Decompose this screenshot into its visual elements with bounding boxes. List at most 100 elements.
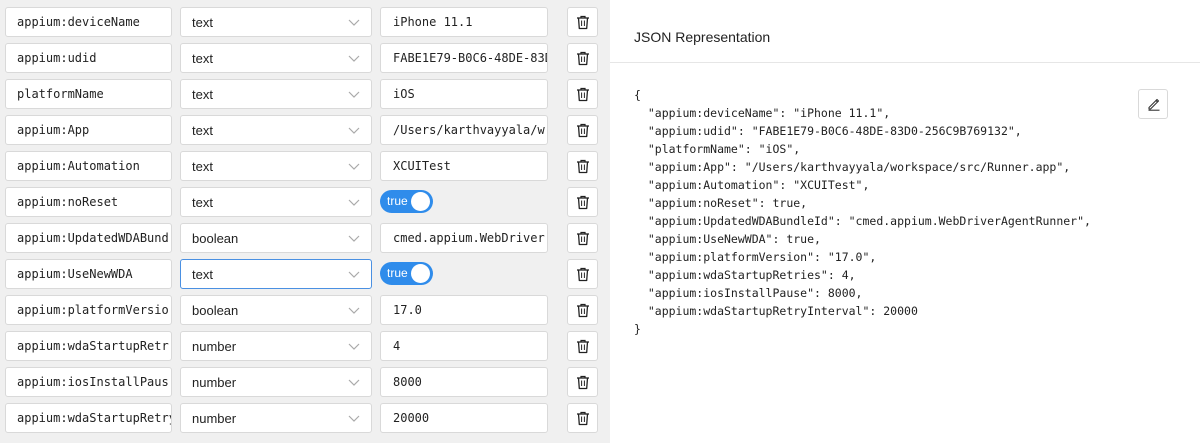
value-toggle[interactable]: true	[380, 262, 433, 285]
type-select-value: text	[192, 51, 213, 66]
capability-name-input[interactable]: appium:deviceName	[5, 7, 172, 37]
type-select-value: text	[192, 87, 213, 102]
capability-name-text: appium:noReset	[17, 195, 119, 209]
delete-row-button[interactable]	[567, 259, 598, 289]
json-line: "appium:wdaStartupRetryInterval": 20000	[634, 304, 918, 318]
type-select[interactable]: text	[180, 259, 372, 289]
value-text: cmed.appium.WebDriver	[393, 231, 545, 245]
delete-row-button[interactable]	[567, 295, 598, 325]
value-text: 20000	[393, 411, 430, 425]
trash-icon	[577, 195, 589, 210]
value-text: FABE1E79-B0C6-48DE-83D	[393, 51, 548, 65]
capability-name-text: appium:wdaStartupRetr	[17, 339, 169, 353]
capability-row: appium:UpdatedWDABund boolean cmed.appium.…	[0, 220, 600, 256]
toggle-knob	[411, 192, 430, 211]
type-select[interactable]: text	[180, 115, 372, 145]
delete-row-button[interactable]	[567, 151, 598, 181]
trash-icon	[577, 267, 589, 282]
value-toggle[interactable]: true	[380, 190, 433, 213]
json-panel-header: JSON Representation	[610, 0, 1200, 63]
capability-row: appium:iosInstallPaus number 8000	[0, 364, 600, 400]
capability-name-input[interactable]: appium:iosInstallPaus	[5, 367, 172, 397]
type-select[interactable]: text	[180, 7, 372, 37]
trash-icon	[577, 375, 589, 390]
toggle-label: true	[387, 266, 408, 280]
json-line: "appium:noReset": true,	[634, 196, 808, 210]
delete-row-button[interactable]	[567, 367, 598, 397]
delete-row-button[interactable]	[567, 403, 598, 433]
delete-row-button[interactable]	[567, 223, 598, 253]
type-select[interactable]: text	[180, 43, 372, 73]
type-select[interactable]: number	[180, 367, 372, 397]
capability-row: appium:Automation text XCUITest	[0, 148, 600, 184]
value-text: 4	[393, 339, 401, 353]
value-input[interactable]: /Users/karthvayyala/w	[380, 115, 548, 145]
capability-name-input[interactable]: appium:wdaStartupRetry	[5, 403, 172, 433]
trash-icon	[577, 159, 589, 174]
edit-json-button[interactable]	[1138, 89, 1168, 119]
type-select-value: text	[192, 123, 213, 138]
value-input[interactable]: cmed.appium.WebDriver	[380, 223, 548, 253]
json-line: }	[634, 322, 641, 336]
value-input[interactable]: 17.0	[380, 295, 548, 325]
type-select[interactable]: boolean	[180, 295, 372, 325]
value-text: 17.0	[393, 303, 422, 317]
delete-row-button[interactable]	[567, 43, 598, 73]
value-input[interactable]: 4	[380, 331, 548, 361]
capability-name-input[interactable]: appium:wdaStartupRetr	[5, 331, 172, 361]
value-input[interactable]: FABE1E79-B0C6-48DE-83D	[380, 43, 548, 73]
chevron-down-icon	[348, 91, 360, 98]
delete-row-button[interactable]	[567, 187, 598, 217]
capability-name-text: appium:App	[17, 123, 90, 137]
json-line: "appium:wdaStartupRetries": 4,	[634, 268, 856, 282]
value-input[interactable]: XCUITest	[380, 151, 548, 181]
capability-name-text: appium:deviceName	[17, 15, 140, 29]
type-select[interactable]: text	[180, 79, 372, 109]
capability-name-input[interactable]: appium:noReset	[5, 187, 172, 217]
type-select[interactable]: number	[180, 403, 372, 433]
capability-name-input[interactable]: appium:udid	[5, 43, 172, 73]
value-input[interactable]: iOS	[380, 79, 548, 109]
type-select-value: boolean	[192, 231, 239, 246]
value-input[interactable]: 20000	[380, 403, 548, 433]
delete-row-button[interactable]	[567, 79, 598, 109]
capability-name-input[interactable]: appium:UseNewWDA	[5, 259, 172, 289]
capability-row: appium:App text/Users/karthvayyala/w	[0, 112, 600, 148]
type-select[interactable]: boolean	[180, 223, 372, 253]
json-line: "platformName": "iOS",	[634, 142, 801, 156]
toggle-label: true	[387, 194, 408, 208]
toggle-knob	[411, 264, 430, 283]
type-select[interactable]: number	[180, 331, 372, 361]
capability-name-text: appium:udid	[17, 51, 97, 65]
capability-name-input[interactable]: appium:UpdatedWDABund	[5, 223, 172, 253]
chevron-down-icon	[348, 55, 360, 62]
value-input[interactable]: iPhone 11.1	[380, 7, 548, 37]
capability-name-input[interactable]: appium:Automation	[5, 151, 172, 181]
type-select[interactable]: text	[180, 187, 372, 217]
type-select-value: text	[192, 15, 213, 30]
trash-icon	[577, 51, 589, 66]
json-line: "appium:platformVersion": "17.0",	[634, 250, 877, 264]
chevron-down-icon	[348, 199, 360, 206]
chevron-down-icon	[348, 379, 360, 386]
delete-row-button[interactable]	[567, 115, 598, 145]
delete-row-button[interactable]	[567, 331, 598, 361]
delete-row-button[interactable]	[567, 7, 598, 37]
json-line: "appium:iosInstallPause": 8000,	[634, 286, 863, 300]
type-select[interactable]: text	[180, 151, 372, 181]
type-select-value: number	[192, 339, 237, 354]
capability-name-text: appium:Automation	[17, 159, 140, 173]
value-input[interactable]: 8000	[380, 367, 548, 397]
json-line: "appium:UseNewWDA": true,	[634, 232, 821, 246]
value-text: iPhone 11.1	[393, 15, 473, 29]
chevron-down-icon	[348, 19, 360, 26]
json-line: "appium:App": "/Users/karthvayyala/works…	[634, 160, 1071, 174]
capability-row: appium:wdaStartupRetry number 20000	[0, 400, 600, 436]
type-select-value: text	[192, 159, 213, 174]
json-line: "appium:deviceName": "iPhone 11.1",	[634, 106, 891, 120]
trash-icon	[577, 123, 589, 138]
capability-name-input[interactable]: appium:platformVersio	[5, 295, 172, 325]
capability-name-input[interactable]: platformName	[5, 79, 172, 109]
capability-name-input[interactable]: appium:App	[5, 115, 172, 145]
trash-icon	[577, 231, 589, 246]
